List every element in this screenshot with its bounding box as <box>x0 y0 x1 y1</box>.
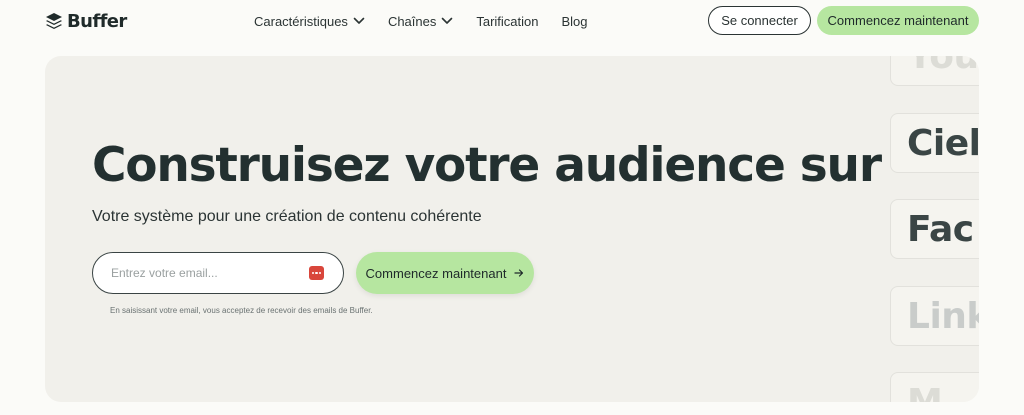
channel-chip: M <box>890 372 979 402</box>
logo-wordmark: Buffer <box>67 10 127 32</box>
chevron-down-icon <box>353 17 365 24</box>
menu-item-label: Blog <box>561 13 588 29</box>
password-manager-icon[interactable] <box>309 266 324 280</box>
email-consent-text: En saisissant votre email, vous acceptez… <box>110 306 373 315</box>
chevron-down-icon <box>442 17 453 24</box>
channel-chip: Ciel <box>890 113 979 173</box>
email-input[interactable] <box>111 258 301 288</box>
channel-chip: You <box>890 56 979 86</box>
channel-chip: Link <box>890 286 979 346</box>
channel-chip: Fac <box>890 199 979 259</box>
top-nav: Buffer Caractéristiques Chaînes Tarifica… <box>0 0 1024 42</box>
hero-headline: Construisez votre audience sur <box>92 138 882 193</box>
hero-get-started-button[interactable]: Commencez maintenant <box>356 252 534 294</box>
menu-item-label: Chaînes <box>387 13 437 29</box>
menu-item-label: Caractéristiques <box>254 13 348 29</box>
buffer-logo[interactable]: Buffer <box>45 9 127 33</box>
channel-ticker: You Ciel Fac Link M <box>890 56 979 402</box>
menu-item-pricing[interactable]: Tarification <box>476 14 538 29</box>
menu-item-features[interactable]: Caractéristiques <box>254 14 365 29</box>
get-started-button[interactable]: Commencez maintenant <box>817 6 979 35</box>
hero-section: Construisez votre audience sur Votre sys… <box>45 56 979 402</box>
hero-cta-label: Commencez maintenant <box>365 265 507 281</box>
hero-subtitle: Votre système pour une création de conte… <box>92 208 482 225</box>
arrow-right-icon <box>514 269 524 277</box>
email-field-container <box>92 252 344 294</box>
menu-item-blog[interactable]: Blog <box>562 14 588 29</box>
main-menu: Caractéristiques Chaînes Tarification Bl… <box>254 11 588 31</box>
menu-item-channels[interactable]: Chaînes <box>388 14 453 29</box>
menu-item-label: Tarification <box>476 13 539 29</box>
buffer-stack-icon <box>46 13 62 29</box>
login-button[interactable]: Se connecter <box>708 6 811 35</box>
